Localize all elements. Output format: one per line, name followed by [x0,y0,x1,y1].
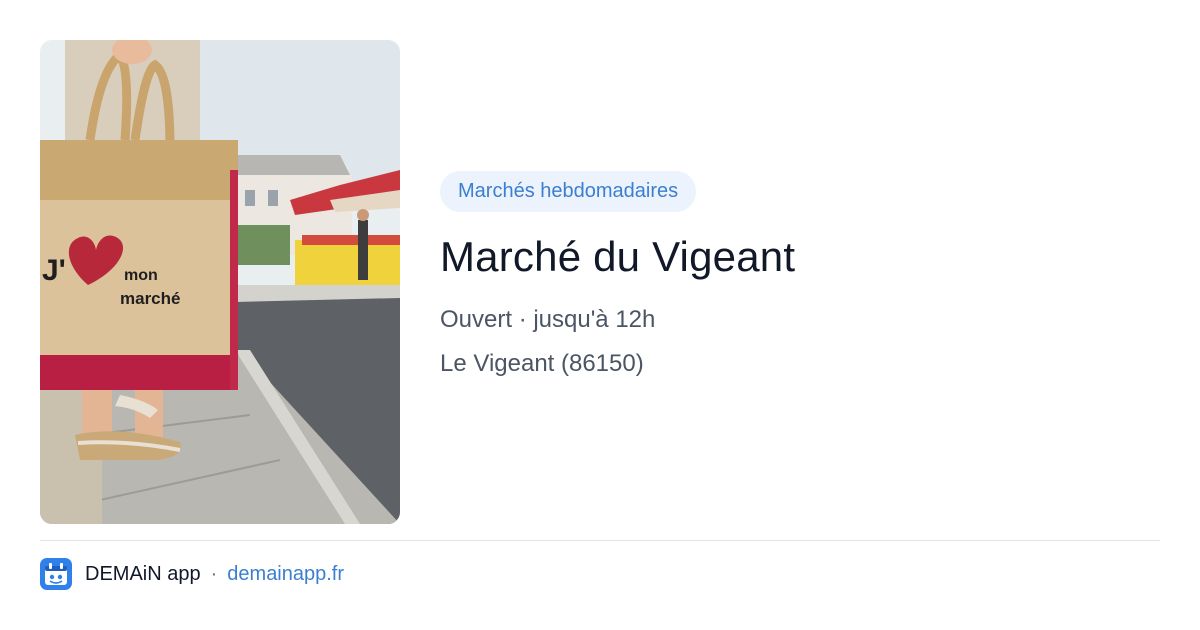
market-info: Marchés hebdomadaires Marché du Vigeant … [440,171,1140,378]
opening-status: Ouvert · jusqu'à 12h [440,306,656,333]
link-preview-card[interactable]: J' mon marché Marchés hebdomadaires Marc… [0,0,1200,630]
bag-print-marche: marché [120,289,180,308]
app-name: DEMAiN app [85,562,201,585]
footer-separator: · [210,562,218,585]
footer: DEMAiN app · demainapp.fr [40,558,344,590]
market-photo: J' mon marché [40,40,400,524]
site-link[interactable]: demainapp.fr [227,563,344,586]
market-location: Le Vigeant (86150) [440,350,644,377]
category-badge[interactable]: Marchés hebdomadaires [440,171,697,212]
demain-app-icon [40,558,72,590]
footer-divider [40,540,1160,541]
bag-print-mon: mon [124,267,158,284]
market-title[interactable]: Marché du Vigeant [440,232,1140,282]
bag-print-j: J' [42,254,66,287]
